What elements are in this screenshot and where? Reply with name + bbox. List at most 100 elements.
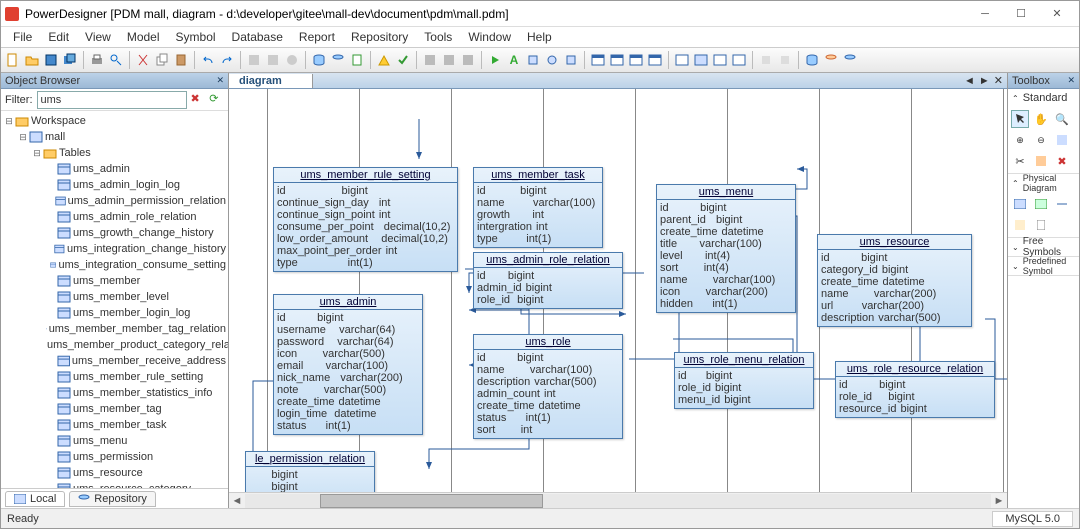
tb-db-icon[interactable] (310, 51, 328, 69)
tree-table-item[interactable]: ums_permission (3, 449, 226, 465)
scroll-thumb[interactable] (320, 494, 544, 508)
tree-table-item[interactable]: ums_resource_category (3, 481, 226, 488)
tb-db-icon[interactable] (803, 51, 821, 69)
tool-view-icon[interactable] (1032, 195, 1050, 213)
tb-misc-icon[interactable] (283, 51, 301, 69)
tool-pointer-icon[interactable] (1011, 110, 1029, 128)
tb-misc-icon[interactable] (440, 51, 458, 69)
entity-role_menu_relation[interactable]: ums_role_menu_relationid bigintrole_idbi… (674, 352, 814, 409)
tree-table-item[interactable]: ums_member_statistics_info (3, 385, 226, 401)
tb-misc-icon[interactable] (776, 51, 794, 69)
tree-workspace[interactable]: ⊟Workspace (3, 113, 226, 129)
menu-edit[interactable]: Edit (40, 28, 77, 46)
tree-table-item[interactable]: ums_member_product_category_relation (3, 337, 226, 353)
tool-prop-icon[interactable] (1032, 152, 1050, 170)
tree-table-item[interactable]: ums_member_task (3, 417, 226, 433)
menu-tools[interactable]: Tools (416, 28, 460, 46)
tab-prev-icon[interactable]: ◄ (964, 75, 975, 87)
tool-misc-icon[interactable] (1053, 131, 1071, 149)
tb-window-icon[interactable] (692, 51, 710, 69)
tb-copy-icon[interactable] (153, 51, 171, 69)
tb-window-icon[interactable] (673, 51, 691, 69)
tool-zoomin-icon[interactable]: ⊕ (1011, 131, 1029, 149)
menu-database[interactable]: Database (224, 28, 291, 46)
tb-window-icon[interactable] (608, 51, 626, 69)
tool-delete-icon[interactable]: ✖ (1053, 152, 1071, 170)
tb-window-icon[interactable] (589, 51, 607, 69)
entity-menu[interactable]: ums_menuid bigint parent_id bigint creat… (656, 184, 796, 313)
tb-save-icon[interactable] (42, 51, 60, 69)
tree-table-item[interactable]: ums_integration_change_history (3, 241, 226, 257)
tree-table-item[interactable]: ums_integration_consume_setting (3, 257, 226, 273)
tree-tables-folder[interactable]: ⊟Tables (3, 145, 226, 161)
tree-table-item[interactable]: ums_member_rule_setting (3, 369, 226, 385)
tb-saveall-icon[interactable] (61, 51, 79, 69)
tb-misc-icon[interactable] (524, 51, 542, 69)
entity-admin[interactable]: ums_adminid bigint username varchar(64) … (273, 294, 423, 435)
object-tree[interactable]: ⊟Workspace ⊟mall ⊟Tables ums_adminums_ad… (1, 111, 228, 488)
toolbox-section-predefined[interactable]: ⌄Predefined Symbol (1008, 257, 1079, 275)
tb-misc-icon[interactable] (562, 51, 580, 69)
tb-db-icon[interactable] (329, 51, 347, 69)
tb-window-icon[interactable] (627, 51, 645, 69)
tree-table-item[interactable]: ums_member_receive_address (3, 353, 226, 369)
toolbox-section-physical[interactable]: ⌃Physical Diagram (1008, 174, 1079, 192)
tab-next-icon[interactable]: ► (979, 75, 990, 87)
tree-table-item[interactable]: ums_member_login_log (3, 305, 226, 321)
entity-admin_role_relation[interactable]: ums_admin_role_relationid bigintadmin_id… (473, 252, 623, 309)
tb-db-icon[interactable] (841, 51, 859, 69)
tb-print-icon[interactable] (88, 51, 106, 69)
tree-table-item[interactable]: ums_member_member_tag_relation (3, 321, 226, 337)
entity-le_permission_relation[interactable]: le_permission_relation bigint bigintion_… (245, 451, 375, 492)
tree-table-item[interactable]: ums_member (3, 273, 226, 289)
entity-role_resource_relation[interactable]: ums_role_resource_relationid bigintrole_… (835, 361, 995, 418)
tree-table-item[interactable]: ums_resource (3, 465, 226, 481)
tb-find-icon[interactable] (107, 51, 125, 69)
tb-script-icon[interactable] (348, 51, 366, 69)
maximize-button[interactable]: ☐ (1003, 2, 1039, 26)
menu-model[interactable]: Model (119, 28, 168, 46)
tb-db-icon[interactable] (822, 51, 840, 69)
menu-repository[interactable]: Repository (343, 28, 416, 46)
panel-close-icon[interactable]: ✕ (216, 75, 224, 86)
diagram-canvas[interactable]: ums_member_rule_settingid bigint continu… (229, 89, 1007, 492)
tree-table-item[interactable]: ums_admin_role_relation (3, 209, 226, 225)
tree-table-item[interactable]: ums_admin (3, 161, 226, 177)
tab-close-icon[interactable]: ✕ (994, 74, 1003, 87)
menu-view[interactable]: View (77, 28, 119, 46)
tb-window-icon[interactable] (711, 51, 729, 69)
tb-misc-icon[interactable] (543, 51, 561, 69)
filter-clear-icon[interactable]: ✖ (191, 92, 206, 108)
tb-misc-icon[interactable] (421, 51, 439, 69)
tree-table-item[interactable]: ums_growth_change_history (3, 225, 226, 241)
tool-zoom-icon[interactable]: 🔍 (1053, 110, 1071, 128)
scroll-left-icon[interactable]: ◄ (229, 495, 245, 507)
tb-undo-icon[interactable] (199, 51, 217, 69)
tree-table-item[interactable]: ums_admin_permission_relation (3, 193, 226, 209)
filter-refresh-icon[interactable]: ⟳ (209, 92, 224, 108)
tb-misc-icon[interactable] (375, 51, 393, 69)
tree-table-item[interactable]: ums_member_tag (3, 401, 226, 417)
toolbox-section-standard[interactable]: ⌃Standard (1008, 89, 1079, 107)
diagram-tab[interactable]: diagram (229, 74, 313, 88)
tab-repository[interactable]: Repository (69, 491, 156, 507)
tool-cut-icon[interactable]: ✂ (1011, 152, 1029, 170)
tb-misc-icon[interactable] (264, 51, 282, 69)
tb-misc-icon[interactable] (757, 51, 775, 69)
entity-member_rule_setting[interactable]: ums_member_rule_settingid bigint continu… (273, 167, 458, 272)
tree-table-item[interactable]: ums_menu (3, 433, 226, 449)
menu-window[interactable]: Window (460, 28, 519, 46)
tool-zoomout-icon[interactable]: ⊖ (1032, 131, 1050, 149)
tree-table-item[interactable]: ums_admin_login_log (3, 177, 226, 193)
tool-hand-icon[interactable]: ✋ (1032, 110, 1050, 128)
tool-proc-icon[interactable] (1011, 216, 1029, 234)
tb-paste-icon[interactable] (172, 51, 190, 69)
tb-misc-icon[interactable] (245, 51, 263, 69)
menu-help[interactable]: Help (519, 28, 560, 46)
entity-member_task[interactable]: ums_member_taskid bigint name varchar(10… (473, 167, 603, 248)
tool-table-icon[interactable] (1011, 195, 1029, 213)
tb-text-icon[interactable]: A (505, 51, 523, 69)
close-button[interactable]: ✕ (1039, 2, 1075, 26)
tool-file-icon[interactable] (1032, 216, 1050, 234)
entity-resource[interactable]: ums_resourceid bigint category_idbigint … (817, 234, 972, 327)
